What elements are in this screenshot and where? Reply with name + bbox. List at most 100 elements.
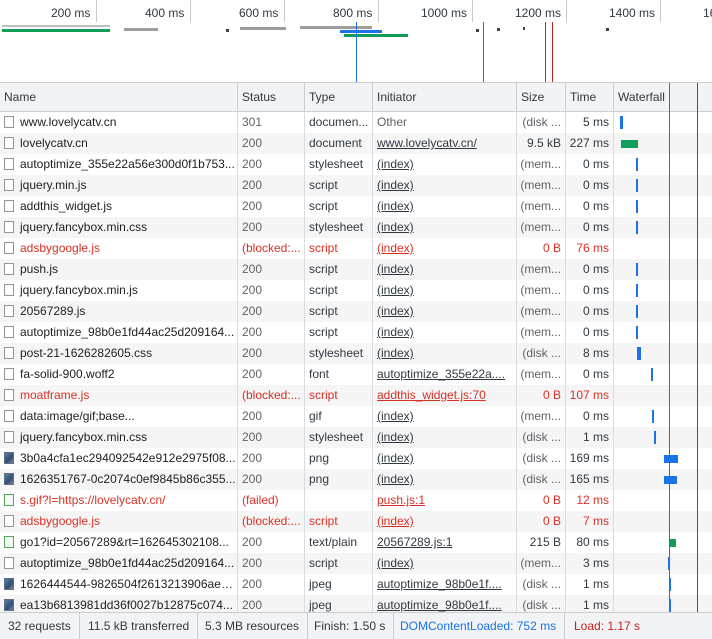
cell-name[interactable]: adsbygoogle.js: [0, 511, 238, 532]
table-row[interactable]: post-21-1626282605.css 200 stylesheet (inde…: [0, 343, 712, 364]
cell-initiator[interactable]: (index): [373, 511, 517, 532]
column-header-status[interactable]: Status: [238, 83, 305, 111]
table-row[interactable]: fa-solid-900.woff2 200 font autoptimize_355…: [0, 364, 712, 385]
column-header-type[interactable]: Type: [305, 83, 373, 111]
cell-name[interactable]: autoptimize_98b0e1fd44ac25d209164...: [0, 322, 238, 343]
table-row[interactable]: 3b0a4cfa1ec294092542e912e2975f08... 200 pn…: [0, 448, 712, 469]
cell-initiator[interactable]: www.lovelycatv.cn/: [373, 133, 517, 154]
cell-name[interactable]: adsbygoogle.js: [0, 238, 238, 259]
table-row[interactable]: push.js 200 script (index) (mem... 0 ms: [0, 259, 712, 280]
table-row[interactable]: lovelycatv.cn 200 document www.lovelycatv.c…: [0, 133, 712, 154]
overview-bar: [124, 28, 158, 31]
table-row[interactable]: 1626351767-0c2074c0ef9845b86c355... 200 pn…: [0, 469, 712, 490]
cell-name[interactable]: lovelycatv.cn: [0, 133, 238, 154]
cell-initiator[interactable]: 20567289.js:1: [373, 532, 517, 553]
cell-type: document: [305, 133, 373, 154]
cell-name[interactable]: s.gif?l=https://lovelycatv.cn/: [0, 490, 238, 511]
cell-name[interactable]: 3b0a4cfa1ec294092542e912e2975f08...: [0, 448, 238, 469]
column-header-time[interactable]: Time: [566, 83, 614, 111]
cell-initiator[interactable]: (index): [373, 196, 517, 217]
cell-name[interactable]: jquery.fancybox.min.css: [0, 427, 238, 448]
cell-size: (disk ...: [517, 595, 566, 613]
cell-initiator[interactable]: (index): [373, 343, 517, 364]
table-row[interactable]: go1?id=20567289&rt=162645302108... 200 tex…: [0, 532, 712, 553]
cell-name[interactable]: jquery.fancybox.min.css: [0, 217, 238, 238]
cell-name[interactable]: 1626444544-9826504f2613213906ae6...: [0, 574, 238, 595]
cell-size: (mem...: [517, 196, 566, 217]
cell-initiator[interactable]: addthis_widget.js:70: [373, 385, 517, 406]
overview-bar: [226, 29, 229, 32]
cell-type: font: [305, 364, 373, 385]
cell-name[interactable]: www.lovelycatv.cn: [0, 112, 238, 133]
cell-status: 200: [238, 406, 305, 427]
table-row[interactable]: moatframe.js (blocked:... script addthis_wi…: [0, 385, 712, 406]
cell-name[interactable]: moatframe.js: [0, 385, 238, 406]
overview-bar: [2, 25, 110, 27]
table-row[interactable]: autoptimize_355e22a56e300d0f1b753... 200 s…: [0, 154, 712, 175]
cell-initiator[interactable]: (index): [373, 217, 517, 238]
cell-initiator[interactable]: (index): [373, 553, 517, 574]
waterfall-bar: [651, 368, 653, 381]
table-row[interactable]: jquery.min.js 200 script (index) (mem... 0 ms: [0, 175, 712, 196]
cell-name[interactable]: autoptimize_355e22a56e300d0f1b753...: [0, 154, 238, 175]
table-header: Name Status Type Initiator Size Time Wat…: [0, 83, 712, 112]
cell-name[interactable]: data:image/gif;base...: [0, 406, 238, 427]
cell-name[interactable]: autoptimize_98b0e1fd44ac25d209164...: [0, 553, 238, 574]
cell-initiator[interactable]: (index): [373, 322, 517, 343]
overview-timeline[interactable]: 200 ms 400 ms 600 ms 800 ms 1000 ms 1200…: [0, 0, 712, 82]
table-row[interactable]: autoptimize_98b0e1fd44ac25d209164... 200 s…: [0, 322, 712, 343]
cell-name[interactable]: addthis_widget.js: [0, 196, 238, 217]
cell-initiator[interactable]: (index): [373, 448, 517, 469]
network-request-table: Name Status Type Initiator Size Time Wat…: [0, 82, 712, 613]
cell-size: (mem...: [517, 259, 566, 280]
cell-name[interactable]: push.js: [0, 259, 238, 280]
cell-name[interactable]: go1?id=20567289&rt=162645302108...: [0, 532, 238, 553]
cell-name[interactable]: jquery.min.js: [0, 175, 238, 196]
cell-initiator[interactable]: (index): [373, 175, 517, 196]
cell-initiator[interactable]: (index): [373, 238, 517, 259]
cell-initiator[interactable]: (index): [373, 301, 517, 322]
cell-initiator[interactable]: (index): [373, 427, 517, 448]
table-row[interactable]: 1626444544-9826504f2613213906ae6... 200 jp…: [0, 574, 712, 595]
table-row[interactable]: jquery.fancybox.min.css 200 stylesheet (ind…: [0, 427, 712, 448]
overview-tick-label: 800 ms: [333, 6, 373, 20]
waterfall-bar: [620, 116, 623, 129]
waterfall-bar: [654, 431, 656, 444]
waterfall-bar: [669, 539, 676, 547]
table-row[interactable]: jquery.fancybox.min.js 200 script (index) (m…: [0, 280, 712, 301]
cell-initiator[interactable]: (index): [373, 280, 517, 301]
cell-name[interactable]: 1626351767-0c2074c0ef9845b86c355...: [0, 469, 238, 490]
cell-initiator[interactable]: (index): [373, 154, 517, 175]
cell-name[interactable]: post-21-1626282605.css: [0, 343, 238, 364]
column-header-size[interactable]: Size: [517, 83, 566, 111]
cell-name[interactable]: jquery.fancybox.min.js: [0, 280, 238, 301]
cell-size: 215 B: [517, 532, 566, 553]
column-header-name[interactable]: Name: [0, 83, 238, 111]
column-header-initiator[interactable]: Initiator: [373, 83, 517, 111]
cell-type: png: [305, 469, 373, 490]
overview-tick: [566, 0, 567, 22]
table-row[interactable]: adsbygoogle.js (blocked:... script (index) 0…: [0, 511, 712, 532]
cell-initiator[interactable]: autoptimize_355e22a....: [373, 364, 517, 385]
cell-name[interactable]: ea13b6813981dd36f0027b12875c074...: [0, 595, 238, 613]
table-row[interactable]: www.lovelycatv.cn 301 documen... Other (disk…: [0, 112, 712, 133]
table-row[interactable]: s.gif?l=https://lovelycatv.cn/(failed) pu…: [0, 490, 712, 511]
table-row[interactable]: addthis_widget.js 200 script (index) (mem...…: [0, 196, 712, 217]
table-row[interactable]: jquery.fancybox.min.css 200 stylesheet (ind…: [0, 217, 712, 238]
overview-bar: [340, 30, 382, 33]
table-row[interactable]: autoptimize_98b0e1fd44ac25d209164... 200 s…: [0, 553, 712, 574]
table-row[interactable]: data:image/gif;base... 200 gif (index) (mem.…: [0, 406, 712, 427]
cell-status: 200: [238, 154, 305, 175]
table-row[interactable]: 20567289.js 200 script (index) (mem... 0 ms: [0, 301, 712, 322]
cell-initiator[interactable]: (index): [373, 406, 517, 427]
table-row[interactable]: ea13b6813981dd36f0027b12875c074... 200 jpe…: [0, 595, 712, 613]
cell-initiator[interactable]: push.js:1: [373, 490, 517, 511]
cell-name[interactable]: fa-solid-900.woff2: [0, 364, 238, 385]
cell-initiator[interactable]: autoptimize_98b0e1f....: [373, 595, 517, 613]
overview-bar: [300, 26, 372, 29]
table-row[interactable]: adsbygoogle.js (blocked:... script (index) 0…: [0, 238, 712, 259]
cell-initiator[interactable]: autoptimize_98b0e1f....: [373, 574, 517, 595]
cell-initiator[interactable]: (index): [373, 469, 517, 490]
cell-initiator[interactable]: (index): [373, 259, 517, 280]
cell-name[interactable]: 20567289.js: [0, 301, 238, 322]
